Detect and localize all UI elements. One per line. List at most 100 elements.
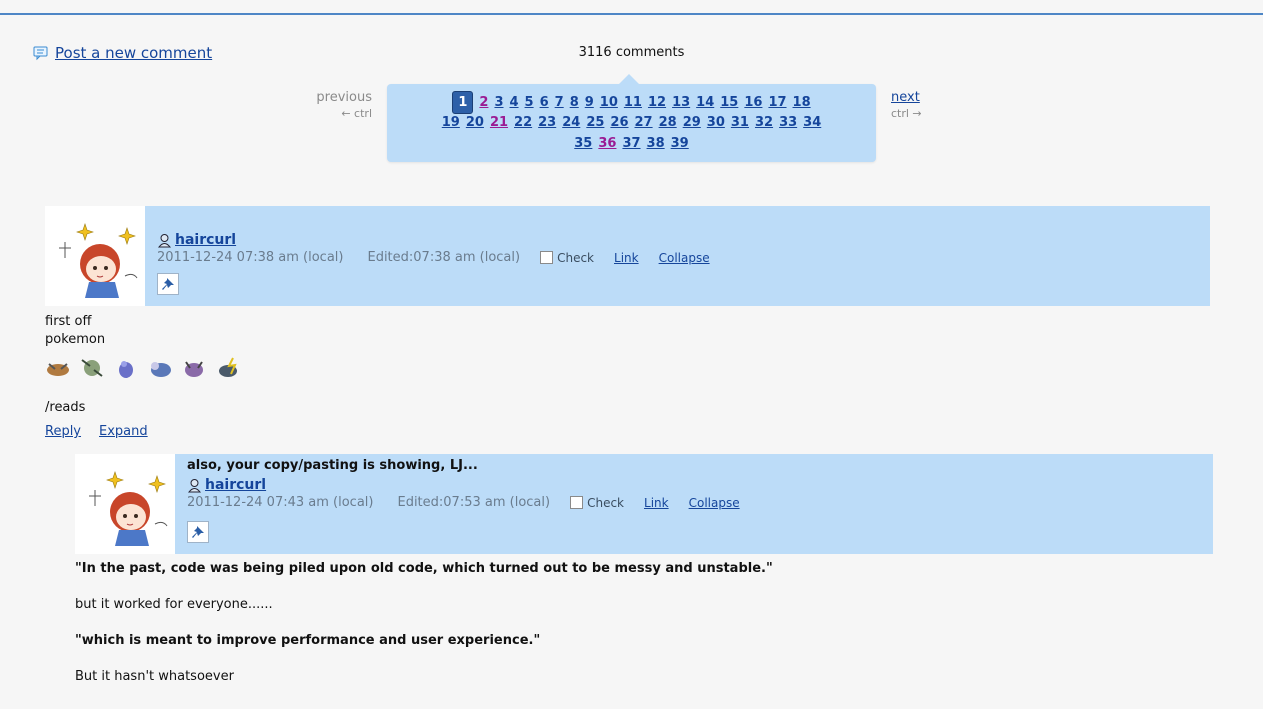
user-icon: [187, 478, 202, 492]
page-link-21[interactable]: 21: [490, 112, 508, 133]
comment-date: 2011-12-24 07:43 am (local): [187, 495, 374, 510]
check-label: Check: [557, 250, 595, 265]
avatar[interactable]: [45, 206, 145, 306]
page-link-37[interactable]: 37: [622, 133, 640, 154]
avatar-image: [89, 471, 168, 546]
page-link-28[interactable]: 28: [659, 112, 677, 133]
page-link-39[interactable]: 39: [671, 133, 689, 154]
pager-row: 35 36 37 38 39: [387, 133, 876, 154]
comment-actions: Reply Expand: [45, 424, 148, 439]
page-link-15[interactable]: 15: [720, 92, 738, 113]
quote-text: "In the past, code was being piled upon …: [75, 561, 773, 576]
page-link-6[interactable]: 6: [540, 92, 549, 113]
avatar[interactable]: [75, 454, 175, 554]
previous-hint: ← ctrl: [341, 107, 372, 120]
comment-body: first off pokemon: [45, 313, 105, 349]
body-line: But it hasn't whatsoever: [75, 669, 234, 684]
page-link-19[interactable]: 19: [442, 112, 460, 133]
next-label[interactable]: next: [891, 90, 971, 105]
pager-row: 1 2 3 4 5 6 7 8 9 10 11 12 13 14 15 16 17 18: [387, 91, 876, 114]
pokemon-sprite-icon: [215, 356, 241, 380]
top-divider: [0, 13, 1263, 15]
page-link-4[interactable]: 4: [510, 92, 519, 113]
page-link-17[interactable]: 17: [768, 92, 786, 113]
next-page[interactable]: next ctrl →: [891, 90, 971, 120]
page-link-26[interactable]: 26: [610, 112, 628, 133]
check-checkbox[interactable]: [540, 251, 554, 264]
page-selector: 1 2 3 4 5 6 7 8 9 10 11 12 13 14 15 16 17 18 19 20 21 22 23 24 2…: [387, 74, 876, 162]
page-link-25[interactable]: 25: [586, 112, 604, 133]
page-link-23[interactable]: 23: [538, 112, 556, 133]
pin-button[interactable]: [157, 273, 179, 295]
page-link-1[interactable]: 1: [452, 91, 474, 114]
previous-label[interactable]: previous: [300, 90, 372, 105]
pin-icon: [162, 278, 174, 290]
page-link-5[interactable]: 5: [525, 92, 534, 113]
page-link-22[interactable]: 22: [514, 112, 532, 133]
pin-button[interactable]: [187, 521, 209, 543]
comment-edited: Edited:07:53 am (local): [397, 495, 551, 510]
pokemon-sprite-icon: [181, 356, 207, 380]
pokemon-sprite-icon: [79, 356, 105, 380]
check-option[interactable]: Check: [540, 251, 594, 265]
pokemon-sprite-icon: [113, 356, 139, 380]
comment-header-content: haircurl 2011-12-24 07:38 am (local) Edi…: [157, 232, 710, 265]
page-link-38[interactable]: 38: [647, 133, 665, 154]
comment-edited: Edited:07:38 am (local): [367, 250, 521, 265]
check-option[interactable]: Check: [570, 496, 624, 510]
check-label: Check: [587, 495, 625, 510]
comment-subject: also, your copy/pasting is showing, LJ..…: [187, 458, 478, 473]
username-link[interactable]: haircurl: [175, 232, 236, 248]
pager-row: 19 20 21 22 23 24 25 26 27 28 29 30 31 32 33 34: [387, 112, 876, 133]
comment-date: 2011-12-24 07:38 am (local): [157, 250, 344, 265]
page-link-16[interactable]: 16: [744, 92, 762, 113]
page-link-33[interactable]: 33: [779, 112, 797, 133]
page-link-10[interactable]: 10: [600, 92, 618, 113]
page-link-3[interactable]: 3: [494, 92, 503, 113]
pokemon-sprite-icon: [147, 356, 173, 380]
page-link-14[interactable]: 14: [696, 92, 714, 113]
pin-icon: [192, 526, 204, 538]
collapse-button[interactable]: Collapse: [659, 251, 710, 265]
page-link-27[interactable]: 27: [635, 112, 653, 133]
comment-header-content: also, your copy/pasting is showing, LJ..…: [187, 458, 740, 510]
next-hint: ctrl →: [891, 107, 922, 120]
username[interactable]: haircurl: [157, 232, 710, 248]
page-link-9[interactable]: 9: [585, 92, 594, 113]
page-link-29[interactable]: 29: [683, 112, 701, 133]
body-line: but it worked for everyone......: [75, 597, 273, 612]
avatar-image: [59, 223, 138, 298]
page-link-32[interactable]: 32: [755, 112, 773, 133]
check-checkbox[interactable]: [570, 496, 584, 509]
user-icon: [157, 233, 172, 247]
body-line: /reads: [45, 400, 86, 415]
quote-text: "which is meant to improve performance a…: [75, 633, 541, 648]
username-link[interactable]: haircurl: [205, 477, 266, 493]
page-link-13[interactable]: 13: [672, 92, 690, 113]
expand-button[interactable]: Expand: [99, 424, 148, 439]
page-link-30[interactable]: 30: [707, 112, 725, 133]
page-link-34[interactable]: 34: [803, 112, 821, 133]
page-link-8[interactable]: 8: [570, 92, 579, 113]
page-link-20[interactable]: 20: [466, 112, 484, 133]
link-button[interactable]: Link: [644, 496, 669, 510]
link-button[interactable]: Link: [614, 251, 639, 265]
pokemon-icons: [45, 356, 241, 380]
page-link-11[interactable]: 11: [624, 92, 642, 113]
previous-page[interactable]: previous ← ctrl: [300, 90, 372, 120]
page-link-18[interactable]: 18: [793, 92, 811, 113]
collapse-button[interactable]: Collapse: [689, 496, 740, 510]
page-link-7[interactable]: 7: [555, 92, 564, 113]
page-link-35[interactable]: 35: [574, 133, 592, 154]
pokemon-sprite-icon: [45, 356, 71, 380]
reply-button[interactable]: Reply: [45, 424, 81, 439]
comment-count: 3116 comments: [578, 45, 685, 60]
page-link-31[interactable]: 31: [731, 112, 749, 133]
body-line: first off: [45, 314, 92, 329]
page-link-12[interactable]: 12: [648, 92, 666, 113]
page-link-36[interactable]: 36: [598, 133, 616, 154]
body-line: pokemon: [45, 332, 106, 347]
page-link-24[interactable]: 24: [562, 112, 580, 133]
page-link-2[interactable]: 2: [479, 92, 488, 113]
username[interactable]: haircurl: [187, 477, 740, 493]
